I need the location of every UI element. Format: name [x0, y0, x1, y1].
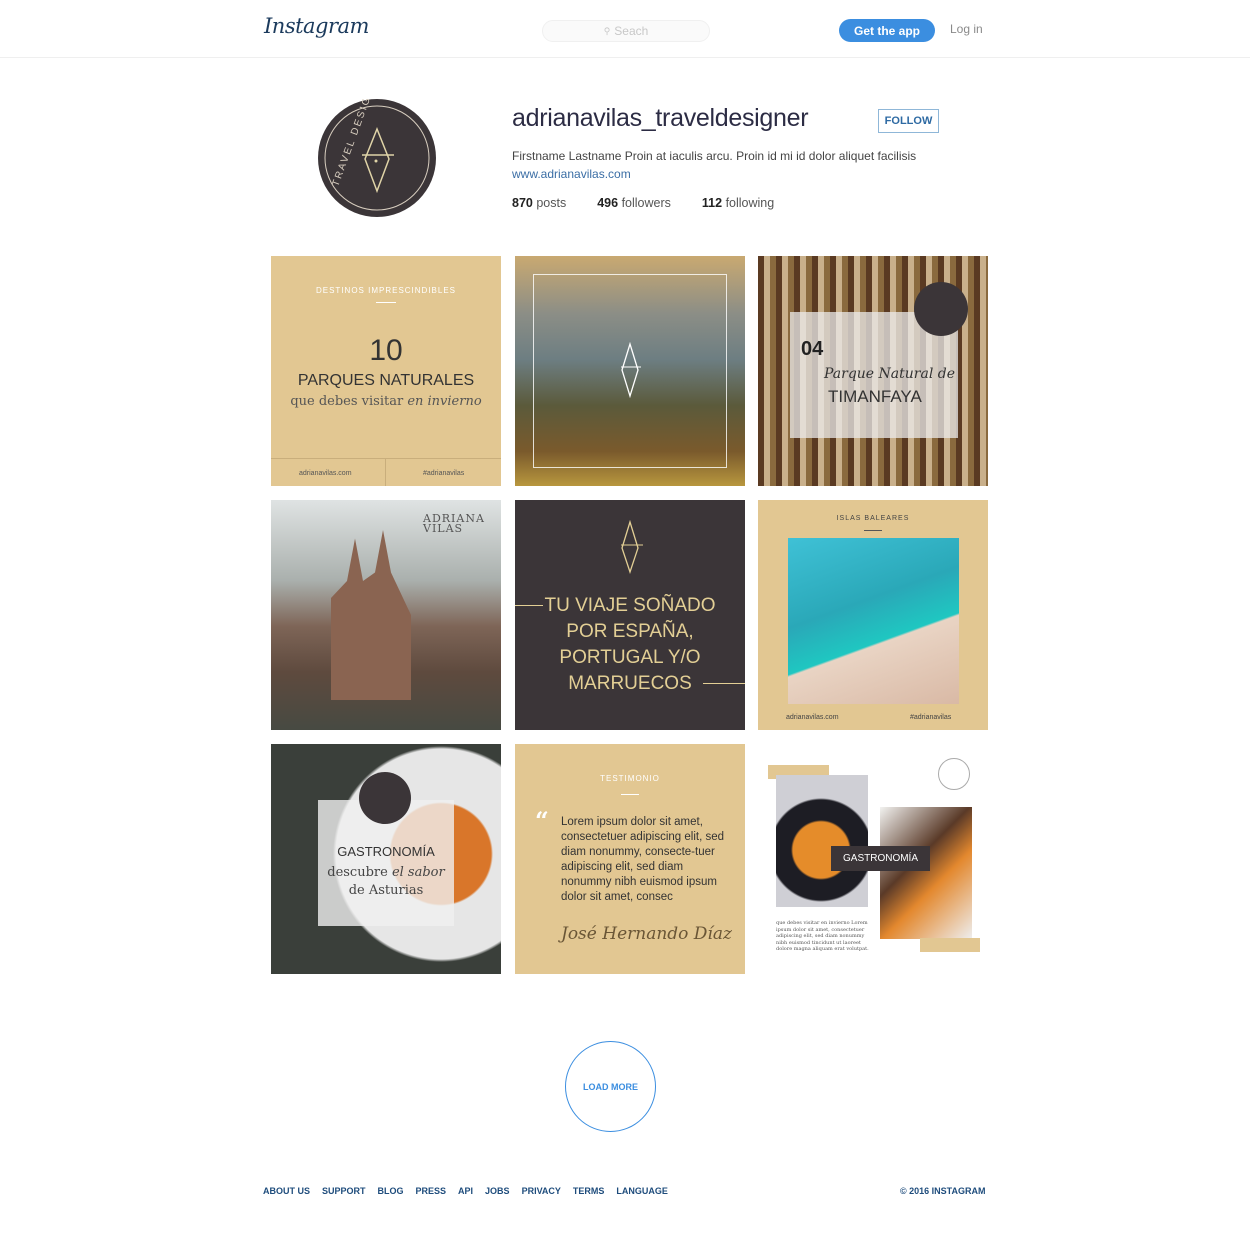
post-graphic: PARQUES NATURALES: [297, 372, 475, 389]
post-tile[interactable]: GASTRONOMÍA que debes visitar en inviern…: [758, 744, 988, 974]
footer-link-privacy[interactable]: PRIVACY: [522, 1186, 561, 1196]
avatar: TRAVEL DESIGNER: [318, 69, 436, 217]
post-graphic: VILAS: [423, 522, 464, 535]
post-graphic: Lorem ipsum dolor sit amet, consectetuer…: [561, 816, 725, 903]
stat-posts[interactable]: 870 posts: [512, 196, 566, 210]
search-icon: ⚲: [603, 25, 611, 36]
post-graphic: [776, 775, 868, 907]
post-graphic: [864, 530, 882, 531]
bio: Firstname Lastname Proin at iaculis arcu…: [512, 149, 917, 163]
post-graphic: ISLAS BALEARES: [836, 515, 910, 522]
post-graphic: [385, 458, 386, 486]
quote-icon: “: [535, 806, 549, 835]
post-graphic: DESTINOS IMPRESCINDIBLES: [315, 286, 457, 295]
post-tile[interactable]: [515, 256, 745, 486]
post-graphic: ADRIANA VILAS: [423, 513, 485, 535]
post-graphic: GASTRONOMÍA: [337, 844, 435, 859]
login-link[interactable]: Log in: [950, 22, 983, 36]
post-graphic: MARRUECOS: [568, 673, 692, 694]
post-graphic: adrianavilas.com: [786, 714, 839, 721]
search-input[interactable]: ⚲ Seach: [542, 20, 710, 42]
post-graphic: [331, 530, 411, 700]
stat-followers[interactable]: 496 followers: [597, 196, 671, 210]
instagram-logo[interactable]: Instagram: [264, 14, 369, 38]
footer-link-api[interactable]: API: [458, 1186, 473, 1196]
post-graphic: [271, 458, 501, 459]
footer-links: ABOUT US SUPPORT BLOG PRESS API JOBS PRI…: [263, 1186, 680, 1196]
post-graphic: [920, 938, 980, 952]
stat-following[interactable]: 112 following: [702, 196, 774, 210]
post-tile[interactable]: GASTRONOMÍA descubre el sabor de Asturia…: [271, 744, 501, 974]
follow-button[interactable]: FOLLOW: [878, 109, 939, 133]
copyright: © 2016 INSTAGRAM: [900, 1186, 986, 1196]
post-tile[interactable]: DESTINOS IMPRESCINDIBLES 10 PARQUES NATU…: [271, 256, 501, 486]
post-graphic: [788, 538, 959, 704]
profile-stats: 870 posts 496 followers 112 following: [512, 196, 805, 210]
post-graphic: POR ESPAÑA,: [566, 621, 694, 642]
post-graphic: [914, 282, 968, 336]
post-graphic: 04: [801, 338, 824, 360]
post-graphic: TIMANFAYA: [828, 387, 922, 406]
footer-link-jobs[interactable]: JOBS: [485, 1186, 510, 1196]
post-graphic: TU VIAJE SOÑADO: [544, 595, 716, 616]
post-tile[interactable]: TESTIMONIO “ Lorem ipsum dolor sit amet,…: [515, 744, 745, 974]
post-graphic: en invierno: [407, 394, 482, 409]
logo-mark-icon: [621, 520, 643, 574]
post-graphic: que debes visitar: [290, 394, 408, 409]
post-tile[interactable]: ADRIANA VILAS: [271, 500, 501, 730]
post-graphic: [621, 342, 639, 398]
website-link[interactable]: www.adrianavilas.com: [512, 167, 631, 181]
username: adrianavilas_traveldesigner: [512, 104, 809, 132]
footer-link-blog[interactable]: BLOG: [378, 1186, 404, 1196]
post-graphic: el sabor: [391, 865, 445, 880]
post-graphic: [621, 520, 639, 574]
post-graphic: de Asturias: [348, 883, 424, 898]
post-graphic: TESTIMONIO: [600, 774, 660, 783]
footer-link-about[interactable]: ABOUT US: [263, 1186, 310, 1196]
post-graphic: PORTUGAL Y/O: [559, 647, 701, 668]
footer-link-terms[interactable]: TERMS: [573, 1186, 605, 1196]
post-graphic: adrianavilas.com: [299, 470, 352, 477]
post-tile[interactable]: ISLAS BALEARES adrianavilas.com #adriana…: [758, 500, 988, 730]
post-graphic: [938, 758, 970, 790]
post-graphic: #adrianavilas: [423, 470, 465, 477]
post-tile[interactable]: TU VIAJE SOÑADO POR ESPAÑA, PORTUGAL Y/O MA…: [515, 500, 745, 730]
post-graphic: [359, 772, 411, 824]
footer-link-support[interactable]: SUPPORT: [322, 1186, 366, 1196]
post-graphic: [376, 302, 396, 303]
load-more-button[interactable]: LOAD MORE: [565, 1041, 656, 1132]
post-graphic: [880, 807, 972, 939]
footer-link-press[interactable]: PRESS: [416, 1186, 447, 1196]
top-nav: Instagram ⚲ Seach Get the app Log in: [0, 0, 1250, 58]
post-graphic: TU VIAJE SOÑADO POR ESPAÑA, PORTUGAL Y/O MA…: [515, 593, 745, 697]
post-graphic: que debes visitar en invierno: [271, 394, 501, 409]
post-graphic: #adrianavilas: [910, 714, 952, 721]
post-graphic: que debes visitar en invierno Lorem ipsu…: [776, 920, 869, 952]
post-graphic: descubre: [327, 865, 392, 880]
get-the-app-button[interactable]: Get the app: [839, 19, 935, 42]
footer-link-language[interactable]: LANGUAGE: [616, 1186, 668, 1196]
logo-mark-icon: [621, 342, 641, 398]
post-graphic: 10: [369, 334, 403, 367]
post-graphic: Parque Natural de: [824, 366, 955, 382]
post-tile[interactable]: 04 Parque Natural de TIMANFAYA: [758, 256, 988, 486]
post-graphic: [621, 794, 639, 795]
post-graphic: José Hernando Díaz: [561, 924, 732, 944]
post-graphic: descubre el sabor: [271, 865, 501, 880]
post-graphic: GASTRONOMÍA: [831, 846, 931, 871]
avatar-text: TRAVEL DESIGNER: [330, 99, 382, 188]
